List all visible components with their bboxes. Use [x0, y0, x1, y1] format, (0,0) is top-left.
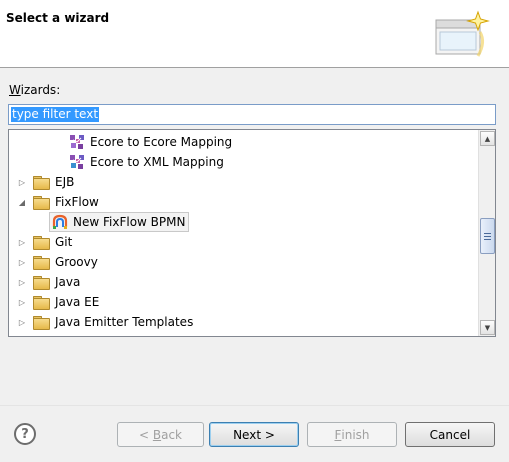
vertical-scrollbar[interactable]: ▲ ▼: [478, 130, 495, 336]
next-button[interactable]: Next >: [209, 422, 299, 447]
tree-item[interactable]: ▷ EJB: [17, 172, 478, 192]
folder-icon: [33, 316, 50, 330]
tree-item[interactable]: ▷ Git: [17, 232, 478, 252]
tree-item[interactable]: Ecore to XML Mapping: [69, 152, 478, 172]
expand-arrow-icon[interactable]: ▷: [17, 257, 27, 267]
filter-input[interactable]: type filter text: [8, 104, 496, 125]
tree-item-label: Java: [55, 275, 81, 289]
tree-item[interactable]: ▷ Java: [17, 272, 478, 292]
wizard-tree[interactable]: Ecore to Ecore Mapping Ecore to XML Mapp…: [8, 129, 496, 337]
scroll-thumb[interactable]: [480, 218, 495, 254]
expand-arrow-icon[interactable]: ▷: [17, 237, 27, 247]
folder-open-icon: [33, 196, 50, 210]
tree-item-label: Ecore to Ecore Mapping: [90, 135, 233, 149]
scroll-down-button[interactable]: ▼: [480, 320, 495, 335]
mapping-icon: [70, 155, 84, 169]
mapping-icon: [70, 135, 84, 149]
folder-icon: [33, 256, 50, 270]
expand-arrow-icon[interactable]: ▷: [17, 277, 27, 287]
fixflow-icon: [52, 214, 68, 229]
tree-item[interactable]: ◢ FixFlow: [17, 192, 478, 212]
folder-icon: [33, 296, 50, 310]
filter-input-text[interactable]: type filter text: [11, 107, 100, 122]
tree-item-label: Groovy: [55, 255, 98, 269]
tree-item[interactable]: New FixFlow BPMN: [49, 212, 190, 232]
selected-tree-item[interactable]: New FixFlow BPMN: [49, 212, 190, 232]
tree-item[interactable]: ▷ Java EE: [17, 292, 478, 312]
folder-icon: [33, 176, 50, 190]
new-wizard-icon: [435, 10, 490, 57]
folder-icon: [33, 236, 50, 250]
tree-item-label: FixFlow: [55, 195, 99, 209]
folder-icon: [33, 276, 50, 290]
footer-divider: [0, 405, 509, 406]
expand-arrow-icon[interactable]: ▷: [17, 177, 27, 187]
tree-item-label: Java Emitter Templates: [55, 315, 194, 329]
expand-arrow-icon[interactable]: ▷: [17, 317, 27, 327]
back-button[interactable]: < Back: [117, 422, 204, 447]
tree-item-label: Git: [55, 235, 73, 249]
tree-item-label: Ecore to XML Mapping: [90, 155, 224, 169]
tree-item-label: EJB: [55, 175, 75, 189]
page-title: Select a wizard: [6, 11, 110, 25]
tree-item[interactable]: ▷ Groovy: [17, 252, 478, 272]
finish-button[interactable]: Finish: [307, 422, 397, 447]
collapse-arrow-icon[interactable]: ◢: [17, 197, 27, 207]
help-icon[interactable]: ?: [14, 423, 36, 445]
scroll-up-button[interactable]: ▲: [480, 131, 495, 146]
tree-item[interactable]: Ecore to Ecore Mapping: [69, 132, 478, 152]
wizard-header: Select a wizard: [0, 0, 509, 68]
cancel-button[interactable]: Cancel: [405, 422, 495, 447]
expand-arrow-icon[interactable]: ▷: [17, 297, 27, 307]
tree-item-label: Java EE: [55, 295, 100, 309]
tree-item[interactable]: ▷ Java Emitter Templates: [17, 312, 478, 332]
wizards-label: Wizards:: [9, 83, 61, 97]
tree-item-label: New FixFlow BPMN: [73, 215, 186, 229]
